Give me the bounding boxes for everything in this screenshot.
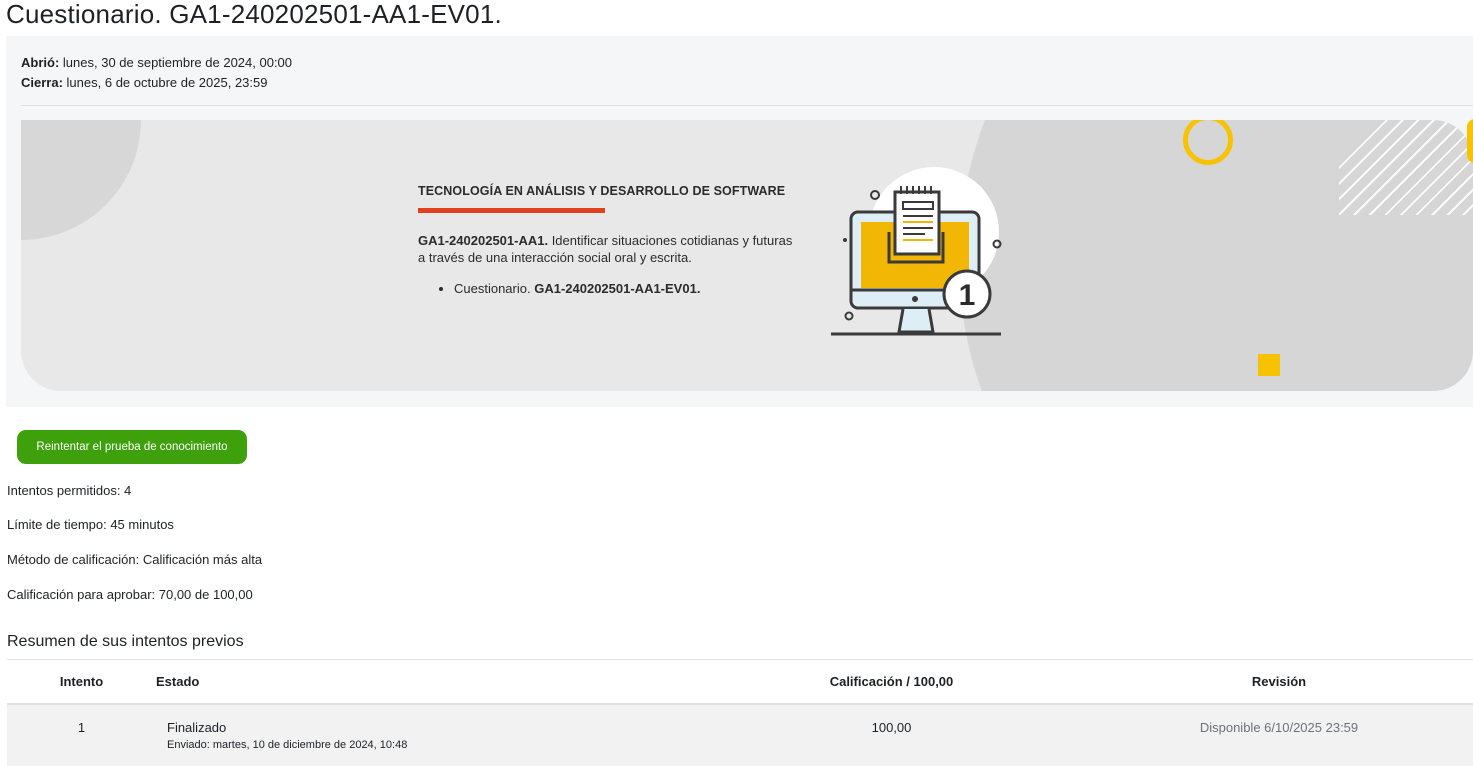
table-header-row: Intento Estado Calificación / 100,00 Rev… bbox=[7, 659, 1473, 705]
closes-value: lunes, 6 de octubre de 2025, 23:59 bbox=[66, 75, 268, 90]
attempts-allowed: Intentos permitidos: 4 bbox=[7, 483, 132, 498]
illustration-number: 1 bbox=[959, 279, 976, 312]
computer-document-icon: 1 bbox=[831, 167, 1002, 336]
attempts-table: Intento Estado Calificación / 100,00 Rev… bbox=[7, 659, 1473, 766]
header-grade: Calificación / 100,00 bbox=[698, 659, 1085, 705]
banner-text: TECNOLOGÍA EN ANÁLISIS Y DESARROLLO DE S… bbox=[418, 184, 798, 296]
activity-code: GA1-240202501-AA1. bbox=[418, 233, 549, 248]
divider bbox=[21, 105, 1473, 106]
decorative-square bbox=[1258, 354, 1280, 376]
banner-heading: TECNOLOGÍA EN ANÁLISIS Y DESARROLLO DE S… bbox=[418, 184, 786, 198]
attempt-review-cell: Disponible 6/10/2025 23:59 bbox=[1085, 704, 1473, 766]
page-title: Cuestionario. GA1-240202501-AA1-EV01. bbox=[6, 0, 502, 29]
activity-dates: Abrió: lunes, 30 de septiembre de 2024, … bbox=[21, 53, 292, 93]
activity-panel: Abrió: lunes, 30 de septiembre de 2024, … bbox=[6, 36, 1473, 407]
list-item: Cuestionario. GA1-240202501-AA1-EV01. bbox=[454, 281, 798, 296]
evidence-list: Cuestionario. GA1-240202501-AA1-EV01. bbox=[418, 281, 798, 296]
evidence-prefix: Cuestionario. bbox=[454, 281, 535, 296]
decorative-circle-left bbox=[21, 120, 141, 240]
grading-method: Método de calificación: Calificación más… bbox=[7, 552, 263, 567]
banner-description: GA1-240202501-AA1. Identificar situacion… bbox=[418, 232, 798, 266]
retry-quiz-button[interactable]: Reintentar el prueba de conocimiento bbox=[17, 430, 247, 464]
attempt-submitted: Enviado: martes, 10 de diciembre de 2024… bbox=[167, 739, 408, 751]
attempt-number: 1 bbox=[7, 704, 156, 766]
opened-label: Abrió: bbox=[21, 55, 60, 70]
opened-date: Abrió: lunes, 30 de septiembre de 2024, … bbox=[21, 53, 292, 73]
heading-underline bbox=[418, 208, 605, 213]
attempt-review: Disponible 6/10/2025 23:59 bbox=[1199, 720, 1359, 735]
opened-value: lunes, 30 de septiembre de 2024, 00:00 bbox=[62, 55, 293, 70]
pass-grade: Calificación para aprobar: 70,00 de 100,… bbox=[7, 587, 253, 602]
table-row: 1 Finalizado Enviado: martes, 10 de dici… bbox=[7, 704, 1473, 766]
attempt-state: Finalizado bbox=[167, 720, 227, 735]
course-banner: TECNOLOGÍA EN ANÁLISIS Y DESARROLLO DE S… bbox=[21, 120, 1473, 391]
closes-label: Cierra: bbox=[21, 75, 63, 90]
summary-title: Resumen de sus intentos previos bbox=[7, 633, 244, 650]
closes-date: Cierra: lunes, 6 de octubre de 2025, 23:… bbox=[21, 73, 292, 93]
time-limit: Límite de tiempo: 45 minutos bbox=[7, 517, 174, 532]
header-attempt: Intento bbox=[7, 659, 156, 705]
header-state: Estado bbox=[156, 659, 698, 705]
attempt-grade: 100,00 bbox=[698, 704, 1085, 766]
evidence-code: GA1-240202501-AA1-EV01. bbox=[534, 281, 701, 296]
attempt-state-cell: Finalizado Enviado: martes, 10 de diciem… bbox=[156, 704, 698, 766]
header-review: Revisión bbox=[1085, 659, 1473, 705]
side-drawer-tab[interactable] bbox=[1467, 119, 1473, 163]
